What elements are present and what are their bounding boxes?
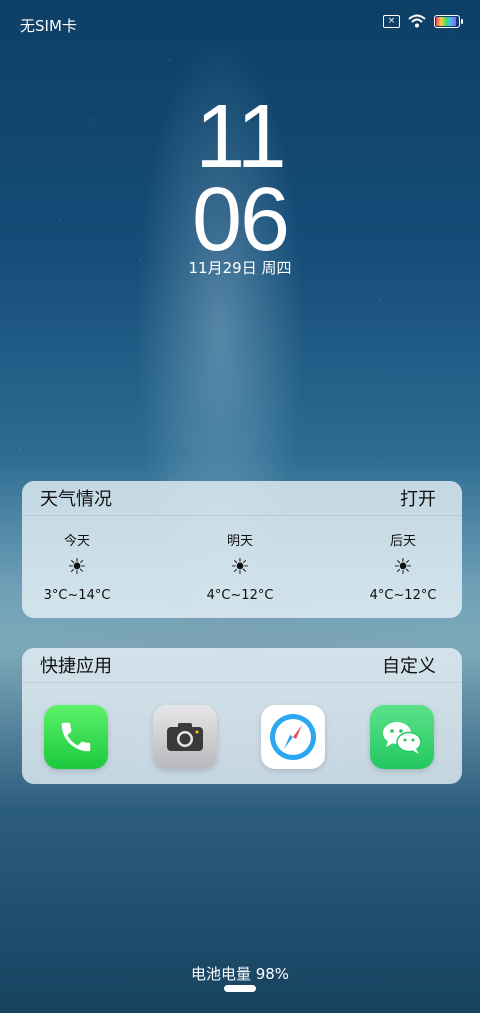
weather-day-label: 今天 [63, 534, 90, 549]
weather-card-header: 天气情况 打开 [22, 481, 462, 516]
sun-icon: ☀ [67, 555, 87, 580]
shortcut-apps [22, 683, 462, 769]
battery-status-label: 电池电量 98% [190, 965, 290, 983]
status-icons: × [383, 14, 463, 28]
weather-open-button[interactable]: 打开 [400, 485, 436, 511]
weather-card[interactable]: 天气情况 打开 今天 ☀ 3°C~14°C 明天 ☀ 4°C~12°C 后天 ☀… [22, 481, 462, 618]
camera-app-icon[interactable] [152, 705, 217, 769]
no-sim-icon: × [383, 14, 400, 28]
customize-button[interactable]: 自定义 [382, 652, 436, 678]
shortcuts-card: 快捷应用 自定义 [22, 648, 462, 784]
weather-card-title: 天气情况 [40, 489, 112, 510]
shortcuts-card-header: 快捷应用 自定义 [22, 648, 462, 683]
date-label: 11月29日 周四 [188, 259, 292, 277]
weather-day-today: 今天 ☀ 3°C~14°C [42, 516, 112, 603]
battery-fill [436, 16, 456, 26]
weather-day-label: 后天 [389, 534, 416, 549]
weather-day-after-tomorrow: 后天 ☀ 4°C~12°C [368, 516, 438, 603]
weather-day-tomorrow: 明天 ☀ 4°C~12°C [205, 516, 275, 603]
browser-app-icon[interactable] [261, 705, 326, 769]
weather-temp: 4°C~12°C [206, 588, 274, 603]
home-indicator[interactable] [224, 985, 256, 992]
sun-icon: ☀ [393, 555, 413, 580]
shortcuts-card-title: 快捷应用 [40, 656, 112, 677]
battery-cap [461, 18, 463, 24]
phone-app-icon[interactable] [44, 705, 108, 769]
battery-icon [434, 14, 463, 28]
weather-day-label: 明天 [226, 534, 253, 549]
sun-icon: ☀ [230, 555, 250, 580]
status-bar: 无SIM卡 × [0, 0, 480, 52]
weather-forecast: 今天 ☀ 3°C~14°C 明天 ☀ 4°C~12°C 后天 ☀ 4°C~12°… [22, 516, 462, 603]
weather-temp: 4°C~12°C [369, 588, 437, 603]
weather-temp: 3°C~14°C [43, 588, 111, 603]
carrier-label: 无SIM卡 [20, 17, 77, 35]
clock-minute: 06 [191, 170, 290, 270]
clock-hour: 11 [195, 87, 286, 187]
wifi-icon [408, 14, 426, 28]
wechat-app-icon[interactable] [369, 705, 434, 769]
